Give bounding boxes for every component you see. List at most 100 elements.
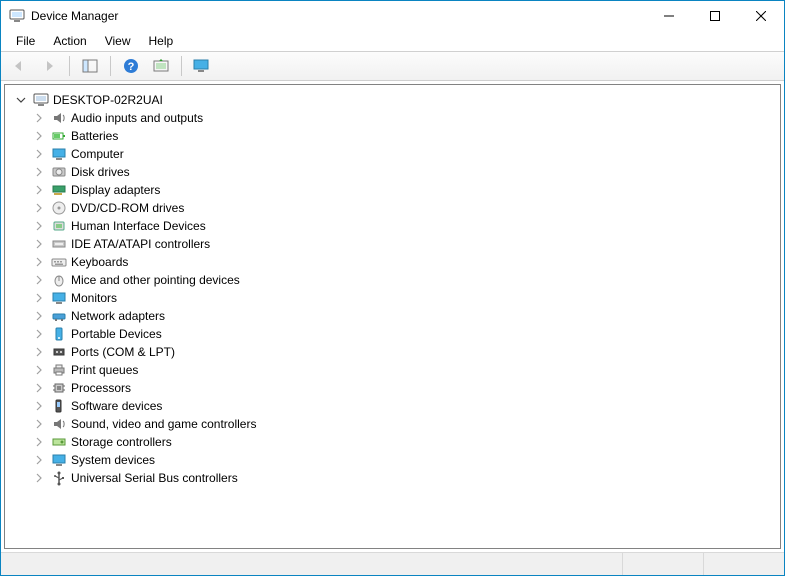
tree-node-label: DVD/CD-ROM drives <box>71 201 184 215</box>
toolbar-scan-button[interactable] <box>149 54 173 78</box>
menu-file[interactable]: File <box>7 32 44 50</box>
tree-node-label: Network adapters <box>71 309 165 323</box>
tree-node[interactable]: System devices <box>33 451 776 469</box>
computer-root-icon <box>33 92 49 108</box>
chevron-down-icon[interactable] <box>15 94 27 106</box>
chevron-right-icon[interactable] <box>33 418 45 430</box>
display-adapter-icon <box>51 182 67 198</box>
disk-icon <box>51 164 67 180</box>
menu-help[interactable]: Help <box>140 32 183 50</box>
tree-node[interactable]: Display adapters <box>33 181 776 199</box>
chevron-right-icon[interactable] <box>33 166 45 178</box>
tree-node-label: Audio inputs and outputs <box>71 111 203 125</box>
chevron-right-icon[interactable] <box>33 454 45 466</box>
tree-node[interactable]: IDE ATA/ATAPI controllers <box>33 235 776 253</box>
storage-icon <box>51 434 67 450</box>
tree-node[interactable]: Network adapters <box>33 307 776 325</box>
tree-root[interactable]: DESKTOP-02R2UAI <box>15 91 776 109</box>
titlebar: Device Manager <box>1 1 784 31</box>
chevron-right-icon[interactable] <box>33 112 45 124</box>
device-tree-pane[interactable]: DESKTOP-02R2UAI Audio inputs and outputs… <box>4 84 781 549</box>
chevron-right-icon[interactable] <box>33 220 45 232</box>
status-bar <box>1 552 784 575</box>
chevron-right-icon[interactable] <box>33 346 45 358</box>
chevron-right-icon[interactable] <box>33 472 45 484</box>
tree-node-label: Mice and other pointing devices <box>71 273 240 287</box>
tree-root-label: DESKTOP-02R2UAI <box>53 93 163 107</box>
tree-node[interactable]: Universal Serial Bus controllers <box>33 469 776 487</box>
tree-node-label: Universal Serial Bus controllers <box>71 471 238 485</box>
monitor-icon <box>51 290 67 306</box>
tree-node[interactable]: Portable Devices <box>33 325 776 343</box>
chevron-right-icon[interactable] <box>33 202 45 214</box>
chevron-right-icon[interactable] <box>33 328 45 340</box>
tree-node[interactable]: Software devices <box>33 397 776 415</box>
tree-node[interactable]: Processors <box>33 379 776 397</box>
tree-node[interactable]: Computer <box>33 145 776 163</box>
toolbar-console-tree-button[interactable] <box>78 54 102 78</box>
tree-node-label: Monitors <box>71 291 117 305</box>
monitor-add-icon <box>193 58 211 74</box>
chevron-right-icon[interactable] <box>33 274 45 286</box>
tree-node-label: Batteries <box>71 129 118 143</box>
tree-node[interactable]: Monitors <box>33 289 776 307</box>
tree-node[interactable]: Mice and other pointing devices <box>33 271 776 289</box>
maximize-button[interactable] <box>692 1 738 31</box>
tree-node[interactable]: Storage controllers <box>33 433 776 451</box>
chevron-right-icon[interactable] <box>33 184 45 196</box>
hid-icon <box>51 218 67 234</box>
tree-node[interactable]: Ports (COM & LPT) <box>33 343 776 361</box>
toolbar-separator <box>69 56 70 76</box>
close-button[interactable] <box>738 1 784 31</box>
tree-node[interactable]: Sound, video and game controllers <box>33 415 776 433</box>
tree-node-label: IDE ATA/ATAPI controllers <box>71 237 210 251</box>
toolbar-separator <box>181 56 182 76</box>
chevron-right-icon[interactable] <box>33 364 45 376</box>
toolbar-help-button[interactable]: ? <box>119 54 143 78</box>
tree-node-label: Human Interface Devices <box>71 219 206 233</box>
tree-node-label: Sound, video and game controllers <box>71 417 256 431</box>
chevron-right-icon[interactable] <box>33 310 45 322</box>
tree-node[interactable]: Batteries <box>33 127 776 145</box>
toolbar-back-button[interactable] <box>7 54 31 78</box>
chevron-right-icon[interactable] <box>33 436 45 448</box>
tree-node-label: System devices <box>71 453 155 467</box>
chevron-right-icon[interactable] <box>33 238 45 250</box>
device-manager-app-icon <box>9 8 25 24</box>
chevron-right-icon[interactable] <box>33 400 45 412</box>
tree-node[interactable]: Print queues <box>33 361 776 379</box>
help-icon: ? <box>123 58 139 74</box>
system-icon <box>51 452 67 468</box>
chevron-right-icon[interactable] <box>33 148 45 160</box>
port-icon <box>51 344 67 360</box>
tree-node-label: Ports (COM & LPT) <box>71 345 175 359</box>
tree-node[interactable]: Keyboards <box>33 253 776 271</box>
chevron-right-icon[interactable] <box>33 382 45 394</box>
device-tree: DESKTOP-02R2UAI Audio inputs and outputs… <box>5 85 780 491</box>
battery-icon <box>51 128 67 144</box>
tree-node[interactable]: Human Interface Devices <box>33 217 776 235</box>
network-icon <box>51 308 67 324</box>
tree-node[interactable]: Disk drives <box>33 163 776 181</box>
software-icon <box>51 398 67 414</box>
chevron-right-icon[interactable] <box>33 130 45 142</box>
ide-icon <box>51 236 67 252</box>
chevron-right-icon[interactable] <box>33 256 45 268</box>
minimize-button[interactable] <box>646 1 692 31</box>
dvd-icon <box>51 200 67 216</box>
toolbar-add-legacy-button[interactable] <box>190 54 214 78</box>
status-cell <box>704 553 784 575</box>
tree-node-label: Software devices <box>71 399 162 413</box>
menu-action[interactable]: Action <box>44 32 95 50</box>
menu-view[interactable]: View <box>96 32 140 50</box>
toolbar: ? <box>1 51 784 81</box>
tree-node[interactable]: DVD/CD-ROM drives <box>33 199 776 217</box>
chevron-right-icon[interactable] <box>33 292 45 304</box>
tree-node-label: Portable Devices <box>71 327 162 341</box>
tree-node[interactable]: Audio inputs and outputs <box>33 109 776 127</box>
toolbar-forward-button[interactable] <box>37 54 61 78</box>
tree-node-label: Keyboards <box>71 255 128 269</box>
arrow-left-icon <box>11 58 27 74</box>
tree-node-label: Display adapters <box>71 183 160 197</box>
audio-icon <box>51 110 67 126</box>
